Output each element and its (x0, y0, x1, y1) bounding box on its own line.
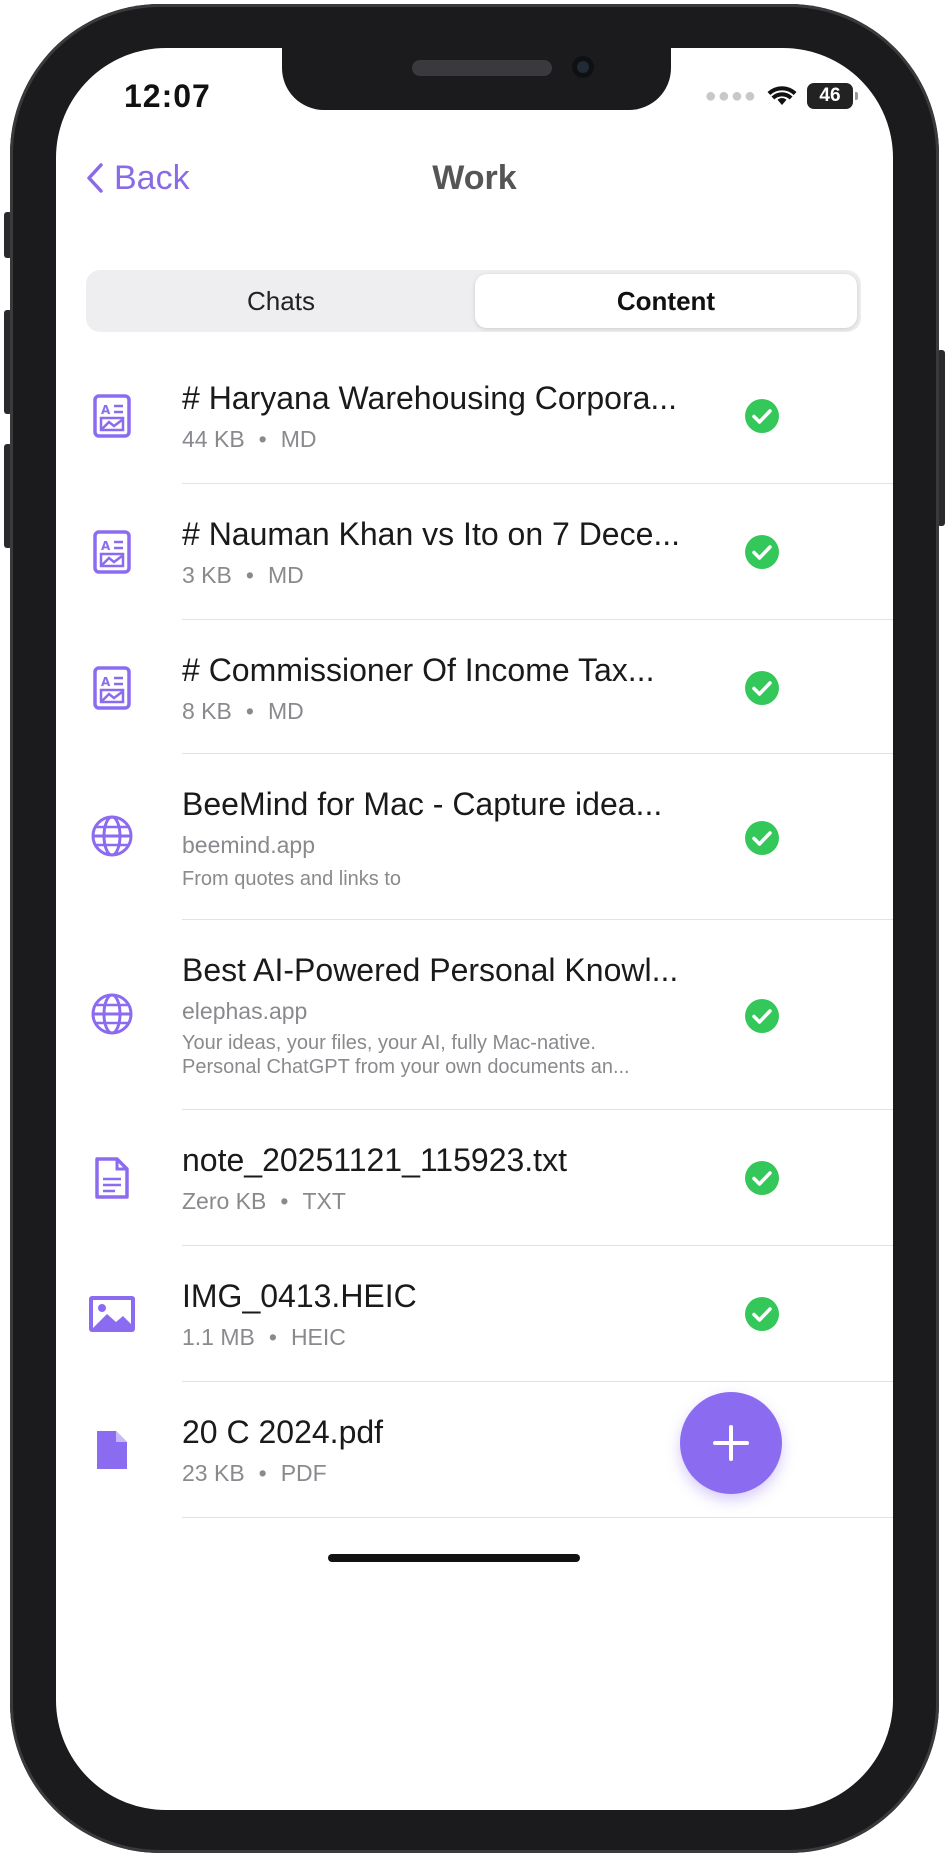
checkmark-circle-icon (745, 535, 779, 569)
globe-icon (82, 984, 142, 1044)
item-size: 44 KB (182, 426, 245, 452)
item-type: TXT (302, 1188, 346, 1214)
page-title: Work (432, 159, 517, 197)
list-item[interactable]: IMG_0413.HEIC 1.1 MB • HEIC (56, 1246, 893, 1382)
tab-chats[interactable]: Chats (90, 274, 472, 328)
battery-indicator: 46 (807, 83, 858, 109)
item-title: # Haryana Warehousing Corpora... (182, 380, 678, 416)
status-indicators: ●●●● 46 (704, 78, 858, 114)
status-time: 12:07 (124, 78, 211, 114)
item-title: Best AI-Powered Personal Knowl... (182, 952, 679, 988)
segmented-control: Chats Content (86, 270, 861, 332)
checkmark-circle-icon (745, 1297, 779, 1331)
list-item[interactable]: Best AI-Powered Personal Knowl... elepha… (56, 920, 893, 1110)
text-file-icon (82, 1148, 142, 1208)
item-meta: 23 KB • PDF (182, 1460, 327, 1486)
item-description-line2: Personal ChatGPT from your own documents… (182, 1056, 630, 1078)
item-size: Zero KB (182, 1188, 267, 1214)
item-size: 23 KB (182, 1460, 245, 1486)
item-type: MD (267, 562, 304, 588)
checkmark-circle-icon (745, 671, 779, 705)
checkmark-circle-icon (745, 999, 779, 1033)
globe-icon (82, 806, 142, 866)
item-meta: 8 KB • MD (182, 698, 304, 724)
item-meta: 3 KB • MD (182, 562, 304, 588)
tab-content[interactable]: Content (475, 274, 857, 328)
wifi-icon (767, 86, 797, 105)
item-title: 20 C 2024.pdf (182, 1414, 384, 1450)
screen: 12:07 ●●●● 46 Back Work Chats Content A … (56, 48, 893, 1810)
navigation-bar: Back Work (56, 148, 893, 208)
speaker-grille (412, 60, 552, 76)
item-size: 1.1 MB (182, 1324, 255, 1350)
notch (282, 48, 671, 110)
checkmark-circle-icon (745, 1161, 779, 1195)
item-title: # Nauman Khan vs Ito on 7 Dece... (182, 516, 681, 552)
markdown-doc-icon: A (82, 522, 142, 582)
pdf-file-icon (82, 1420, 142, 1480)
row-divider (182, 1517, 893, 1518)
item-domain: elephas.app (182, 998, 308, 1024)
battery-level: 46 (819, 85, 841, 106)
image-icon (82, 1284, 142, 1344)
plus-icon (713, 1425, 749, 1461)
checkmark-circle-icon (745, 399, 779, 433)
item-type: MD (267, 698, 304, 724)
front-camera (572, 56, 594, 78)
list-item[interactable]: A # Nauman Khan vs Ito on 7 Dece... 3 KB… (56, 484, 893, 620)
home-indicator[interactable] (328, 1554, 580, 1562)
item-title: BeeMind for Mac - Capture idea... (182, 786, 663, 822)
item-meta: 44 KB • MD (182, 426, 317, 452)
item-domain: beemind.app (182, 832, 315, 858)
item-title: IMG_0413.HEIC (182, 1278, 417, 1314)
list-item[interactable]: BeeMind for Mac - Capture idea... beemin… (56, 754, 893, 920)
add-content-button[interactable] (680, 1392, 782, 1494)
checkmark-circle-icon (745, 821, 779, 855)
cellular-signal-icon: ●●●● (704, 84, 757, 107)
svg-text:A: A (101, 675, 111, 689)
item-title: note_20251121_115923.txt (182, 1142, 567, 1178)
item-type: PDF (280, 1460, 327, 1486)
item-size: 3 KB (182, 562, 232, 588)
item-description: Your ideas, your files, your AI, fully M… (182, 1032, 596, 1054)
item-size: 8 KB (182, 698, 232, 724)
list-item[interactable]: note_20251121_115923.txt Zero KB • TXT (56, 1110, 893, 1246)
item-type: HEIC (290, 1324, 346, 1350)
svg-text:A: A (101, 539, 111, 553)
item-meta: 1.1 MB • HEIC (182, 1324, 346, 1350)
list-item[interactable]: A # Commissioner Of Income Tax... 8 KB • M… (56, 620, 893, 754)
phone-frame: 12:07 ●●●● 46 Back Work Chats Content A … (0, 0, 949, 1857)
list-item[interactable]: A # Haryana Warehousing Corpora... 44 KB… (56, 348, 893, 484)
item-meta: Zero KB • TXT (182, 1188, 346, 1214)
markdown-doc-icon: A (82, 658, 142, 718)
svg-text:A: A (101, 403, 111, 417)
item-type: MD (280, 426, 317, 452)
markdown-doc-icon: A (82, 386, 142, 446)
item-title: # Commissioner Of Income Tax... (182, 652, 655, 688)
item-description: From quotes and links to (182, 868, 401, 890)
